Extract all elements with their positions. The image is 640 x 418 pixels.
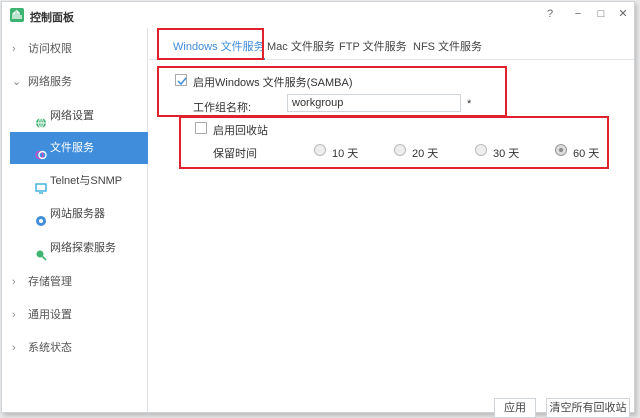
network-discovery-icon: [35, 242, 47, 261]
globe-icon: [35, 110, 47, 129]
sidebar-group-label: 访问权限: [28, 43, 72, 55]
window-title: 控制面板: [30, 12, 74, 24]
control-panel-window: 控制面板 ? − □ ✕ › 访问权限 ⌄ 网络服务 网络设置 文件服务 Tel…: [1, 1, 635, 418]
sidebar-item-web-server[interactable]: 网站服务器: [10, 198, 148, 230]
highlight-box-samba: [157, 66, 507, 117]
close-button[interactable]: ✕: [615, 6, 631, 22]
highlight-box-tab: [157, 28, 264, 60]
tab-nfs-file-service[interactable]: NFS 文件服务: [413, 34, 482, 60]
web-server-icon: [35, 208, 47, 226]
maximize-button[interactable]: □: [593, 6, 609, 22]
sidebar-group-network[interactable]: ⌄ 网络服务: [2, 66, 148, 98]
sidebar-item-label: 网络探索服务: [50, 242, 116, 254]
sidebar-item-label: Telnet与SNMP: [50, 175, 123, 187]
highlight-box-recycle: [179, 116, 609, 169]
chevron-right-icon: ›: [12, 276, 16, 288]
sidebar-item-file-service[interactable]: 文件服务: [10, 132, 148, 164]
sidebar-group-label: 存储管理: [28, 276, 72, 288]
title-bar: 控制面板 ? − □ ✕: [2, 2, 634, 28]
tab-mac-file-service[interactable]: Mac 文件服务: [267, 34, 335, 60]
sidebar-group-label: 通用设置: [28, 309, 72, 321]
chevron-right-icon: ›: [12, 342, 16, 354]
clear-recycle-bins-button[interactable]: 清空所有回收站: [546, 398, 630, 418]
sidebar-group-storage[interactable]: › 存储管理: [2, 266, 148, 298]
sidebar-group-access[interactable]: › 访问权限: [2, 33, 148, 65]
chevron-down-icon: ⌄: [12, 76, 22, 88]
sidebar-item-network-settings[interactable]: 网络设置: [10, 100, 148, 132]
chevron-right-icon: ›: [12, 43, 16, 55]
apply-button[interactable]: 应用: [494, 398, 536, 418]
sidebar-item-label: 网络设置: [50, 110, 94, 122]
sidebar-group-label: 系统状态: [28, 342, 72, 354]
sidebar-group-label: 网络服务: [28, 76, 72, 88]
sidebar-item-label: 网站服务器: [50, 208, 105, 220]
minimize-button[interactable]: −: [570, 6, 586, 22]
app-icon: [10, 8, 24, 22]
tab-ftp-file-service[interactable]: FTP 文件服务: [339, 34, 407, 60]
sidebar-item-telnet-snmp[interactable]: Telnet与SNMP: [10, 165, 148, 197]
sidebar-group-status[interactable]: › 系统状态: [2, 332, 148, 364]
sidebar-group-general[interactable]: › 通用设置: [2, 299, 148, 331]
file-service-icon: [35, 142, 47, 160]
sidebar-item-label: 文件服务: [50, 142, 94, 154]
sidebar: › 访问权限 ⌄ 网络服务 网络设置 文件服务 Telnet与SNMP 网站服务…: [2, 28, 148, 412]
sidebar-item-network-discovery[interactable]: 网络探索服务: [10, 232, 148, 264]
chevron-right-icon: ›: [12, 309, 16, 321]
monitor-icon: [35, 175, 47, 194]
help-button[interactable]: ?: [542, 6, 558, 22]
main-panel: Windows 文件服务 Mac 文件服务 FTP 文件服务 NFS 文件服务 …: [149, 28, 634, 418]
